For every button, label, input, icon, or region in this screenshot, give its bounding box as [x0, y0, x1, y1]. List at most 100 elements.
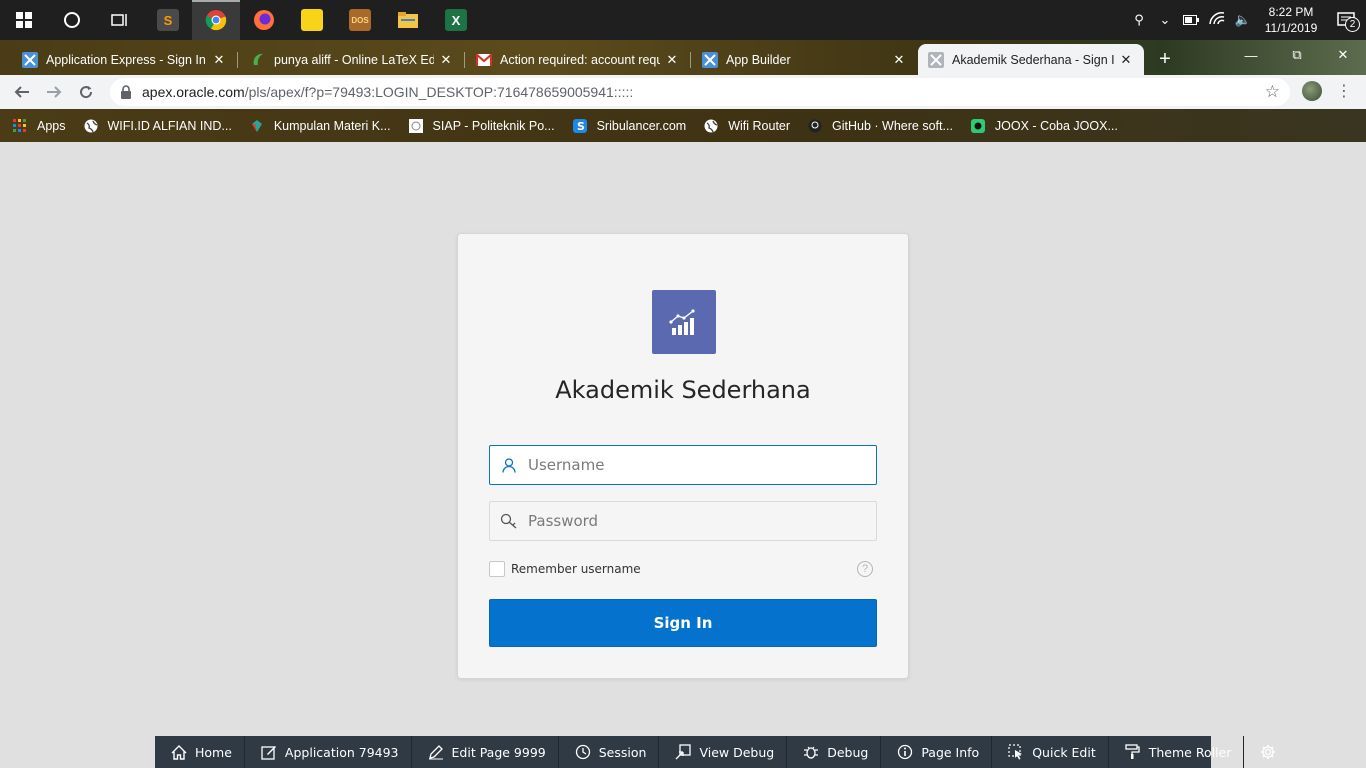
bookmark-wifi-router[interactable]: Wifi Router — [703, 118, 790, 134]
bookmarks-bar: Apps WIFI.ID ALFIAN IND... Kumpulan Mate… — [0, 109, 1366, 142]
clock-icon — [575, 744, 591, 760]
username-input[interactable] — [528, 447, 858, 483]
windows-taskbar: S DOS X ⚲ ⌄ 🔈 8:22 PM 11/1/2019 2 — [0, 0, 1366, 40]
dev-home-button[interactable]: Home — [155, 736, 245, 768]
paint-roller-icon — [1125, 744, 1141, 760]
tab-apex-sign-in[interactable]: Application Express - Sign In ✕ — [12, 44, 237, 75]
tab-gmail[interactable]: Action required: account request ✕ — [466, 44, 690, 75]
task-view-button[interactable] — [96, 0, 144, 40]
dev-page-info-button[interactable]: Page Info — [881, 736, 993, 768]
overleaf-icon — [250, 52, 266, 68]
svg-text:S: S — [577, 120, 585, 133]
taskbar-app-firefox[interactable] — [240, 0, 288, 40]
address-bar[interactable]: apex.oracle.com/pls/apex/f?p=79493:LOGIN… — [110, 78, 1290, 106]
bookmark-label: JOOX - Coba JOOX... — [994, 118, 1118, 133]
bookmark-label: Sribulancer.com — [596, 118, 687, 133]
bookmark-label: Kumpulan Materi K... — [273, 118, 391, 133]
bookmark-star-icon[interactable]: ☆ — [1265, 82, 1280, 102]
username-field[interactable] — [489, 445, 877, 485]
dev-debug-button[interactable]: Debug — [787, 736, 882, 768]
tab-title: Akademik Sederhana - Sign In — [952, 52, 1114, 67]
close-tab-icon[interactable]: ✕ — [438, 52, 454, 68]
close-tab-icon[interactable]: ✕ — [211, 52, 227, 68]
bookmark-joox[interactable]: JOOX - Coba JOOX... — [970, 118, 1118, 134]
taskbar-app-chrome[interactable] — [192, 0, 240, 40]
close-window-button[interactable]: ✕ — [1320, 40, 1366, 70]
new-tab-button[interactable]: + — [1152, 47, 1178, 71]
dev-session-button[interactable]: Session — [559, 736, 660, 768]
system-tray: ⚲ ⌄ 🔈 8:22 PM 11/1/2019 2 — [1126, 0, 1366, 40]
bookmark-kumpulan-materi[interactable]: Kumpulan Materi K... — [249, 118, 391, 134]
dev-application-button[interactable]: Application 79493 — [245, 736, 412, 768]
restore-window-button[interactable]: ⧉ — [1274, 40, 1320, 70]
minimize-window-button[interactable]: — — [1228, 40, 1274, 70]
gmail-icon — [476, 52, 492, 68]
bookmark-wifi-id[interactable]: WIFI.ID ALFIAN IND... — [83, 118, 232, 134]
tab-overleaf[interactable]: punya aliff - Online LaTeX Editor ✕ — [240, 44, 464, 75]
close-tab-icon[interactable]: ✕ — [664, 52, 680, 68]
back-button[interactable] — [6, 76, 38, 108]
tab-separator — [464, 52, 465, 68]
sign-in-button[interactable]: Sign In — [489, 599, 877, 647]
system-clock[interactable]: 8:22 PM 11/1/2019 — [1256, 4, 1326, 36]
info-icon — [897, 744, 913, 760]
task-view-icon — [111, 14, 127, 26]
dev-item-label: Theme Roller — [1148, 744, 1232, 760]
bookmark-apps[interactable]: Apps — [12, 118, 66, 134]
help-icon[interactable]: ? — [857, 561, 873, 577]
people-icon[interactable]: ⚲ — [1126, 12, 1152, 28]
reload-button[interactable] — [70, 76, 102, 108]
dev-theme-roller-button[interactable]: Theme Roller — [1109, 736, 1245, 768]
taskbar-app-sticky-notes[interactable] — [288, 0, 336, 40]
taskbar-app-file-explorer[interactable] — [384, 0, 432, 40]
tab-app-builder[interactable]: App Builder ✕ — [692, 44, 917, 75]
edit-page-icon — [428, 744, 444, 760]
dev-quick-edit-button[interactable]: Quick Edit — [992, 736, 1109, 768]
dev-item-label: Application 79493 — [284, 744, 399, 760]
tab-title: App Builder — [726, 52, 791, 67]
remember-username[interactable]: Remember username — [489, 561, 641, 577]
bug-icon — [803, 744, 819, 760]
password-field[interactable] — [489, 501, 877, 541]
url-host: apex.oracle.com — [142, 84, 245, 100]
sribulancer-icon: S — [572, 118, 588, 134]
bookmark-label: WIFI.ID ALFIAN IND... — [107, 118, 232, 133]
login-card: Akademik Sederhana Remember username ? S… — [457, 233, 909, 679]
forward-arrow-icon — [47, 86, 62, 98]
cortana-search-button[interactable] — [48, 0, 96, 40]
close-tab-icon[interactable]: ✕ — [1118, 52, 1134, 68]
profile-avatar[interactable] — [1302, 81, 1322, 101]
battery-icon[interactable] — [1178, 13, 1204, 28]
chrome-menu-icon[interactable]: ⋮ — [1336, 81, 1352, 101]
bookmark-sribulancer[interactable]: S Sribulancer.com — [572, 118, 687, 134]
wifi-icon[interactable] — [1204, 11, 1230, 29]
password-input[interactable] — [528, 503, 858, 539]
windows-start-button[interactable] — [0, 0, 48, 40]
taskbar-app-dosbox[interactable]: DOS — [336, 0, 384, 40]
forward-button[interactable] — [38, 76, 70, 108]
dev-item-label: Session — [598, 744, 647, 760]
dev-item-label: Edit Page 9999 — [451, 744, 546, 760]
joox-icon — [970, 118, 986, 134]
url-text: apex.oracle.com/pls/apex/f?p=79493:LOGIN… — [142, 84, 633, 100]
action-center-button[interactable]: 2 — [1326, 0, 1366, 40]
apps-grid-icon — [12, 118, 28, 134]
bookmark-github[interactable]: GitHub · Where soft... — [807, 118, 953, 134]
tab-akademik-sign-in[interactable]: Akademik Sederhana - Sign In ✕ — [918, 44, 1144, 75]
volume-muted-icon[interactable]: 🔈 — [1230, 12, 1256, 28]
excel-icon: X — [445, 9, 467, 31]
show-hidden-icons-icon[interactable]: ⌄ — [1152, 12, 1178, 28]
tab-title: Action required: account request — [500, 52, 660, 67]
taskbar-app-sublime[interactable]: S — [144, 0, 192, 40]
dev-item-label: View Debug — [699, 744, 775, 760]
remember-username-checkbox[interactable] — [489, 561, 505, 577]
dev-view-debug-button[interactable]: View Debug — [659, 736, 788, 768]
sublime-text-icon: S — [157, 9, 179, 31]
dev-edit-page-button[interactable]: Edit Page 9999 — [412, 736, 559, 768]
close-tab-icon[interactable]: ✕ — [891, 52, 907, 68]
folder-icon — [398, 12, 418, 28]
tab-separator — [690, 52, 691, 68]
dev-settings-button[interactable] — [1244, 736, 1292, 768]
taskbar-app-excel[interactable]: X — [432, 0, 480, 40]
bookmark-siap[interactable]: SIAP - Politeknik Po... — [408, 118, 555, 134]
